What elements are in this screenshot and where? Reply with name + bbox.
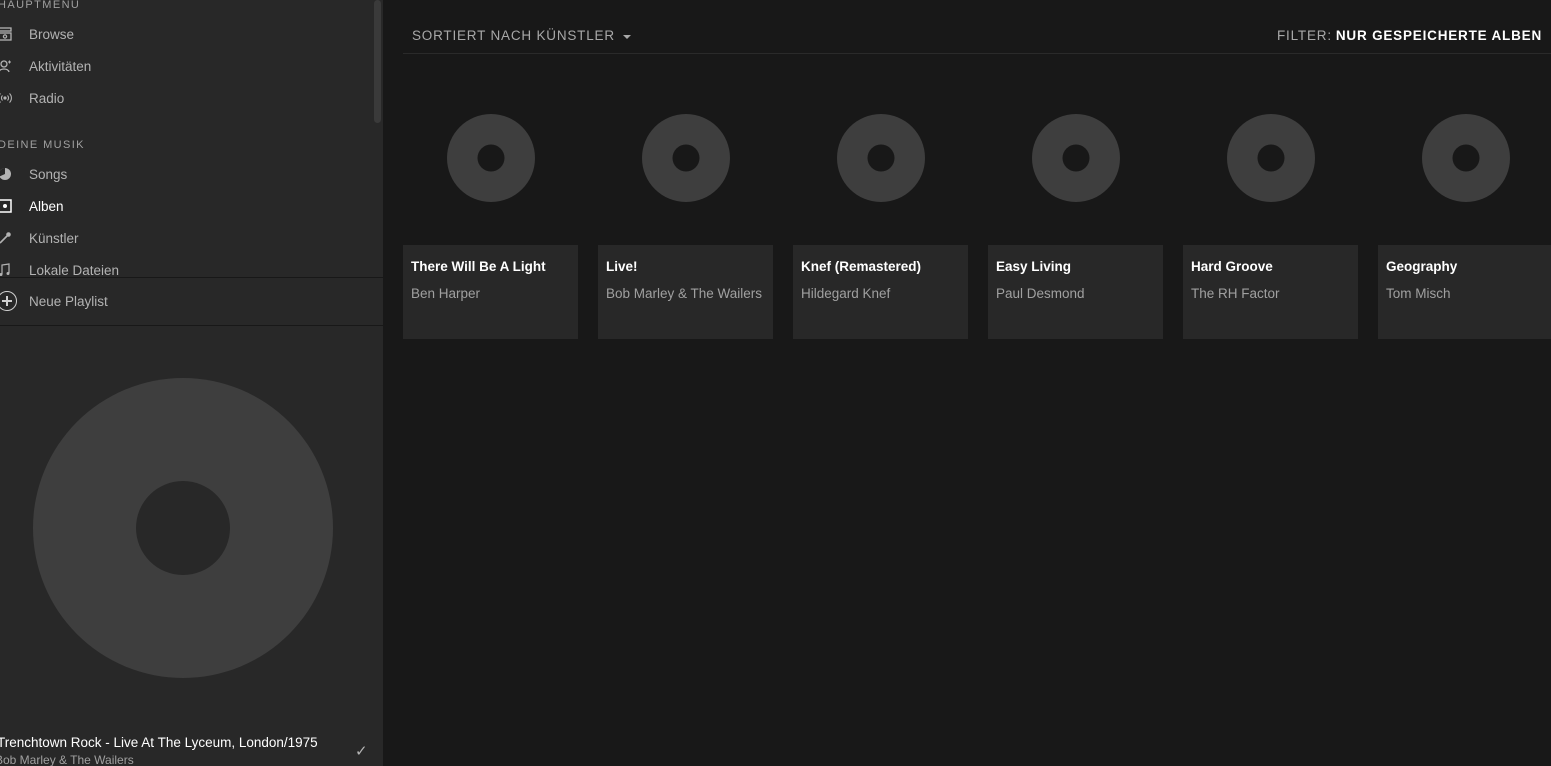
album-info: Live! Bob Marley & The Wailers — [598, 245, 773, 339]
sidebar-item-label: Aktivitäten — [29, 58, 92, 74]
new-playlist-label: Neue Playlist — [29, 293, 108, 309]
sort-label: SORTIERT NACH KÜNSTLER — [412, 28, 615, 43]
your-music-title: DEINE MUSIK — [0, 139, 85, 151]
saved-check-icon[interactable]: ✓ — [355, 742, 368, 760]
sidebar-item-label: Alben — [29, 198, 64, 214]
album-info: Hard Groove The RH Factor — [1183, 245, 1358, 339]
sidebar-item-browse[interactable]: Browse — [0, 21, 380, 47]
now-playing-artist[interactable]: Bob Marley & The Wailers — [0, 753, 134, 766]
header-divider — [403, 53, 1551, 54]
album-placeholder-icon — [1226, 114, 1315, 202]
main-menu-title: HAUPTMENÜ — [0, 0, 81, 11]
album-art[interactable] — [403, 90, 578, 245]
sidebar-item-label: Browse — [29, 26, 75, 42]
filter-label: FILTER: — [1277, 28, 1332, 43]
now-playing-title[interactable]: Trenchtown Rock - Live At The Lyceum, Lo… — [0, 735, 318, 750]
album-title[interactable]: There Will Be A Light — [411, 259, 546, 274]
divider — [0, 277, 383, 278]
sidebar-item-radio[interactable]: Radio — [0, 85, 380, 111]
album-icon — [0, 199, 12, 213]
album-art[interactable] — [1378, 90, 1551, 245]
album-title[interactable]: Easy Living — [996, 259, 1071, 274]
sidebar-item-label: Lokale Dateien — [29, 262, 120, 278]
album-artist[interactable]: Tom Misch — [1386, 286, 1451, 301]
divider — [0, 325, 383, 326]
sort-dropdown[interactable]: SORTIERT NACH KÜNSTLER — [412, 28, 631, 43]
album-info: Geography Tom Misch — [1378, 245, 1551, 339]
album-artist[interactable]: Hildegard Knef — [801, 286, 890, 301]
filter-value[interactable]: NUR GESPEICHERTE ALBEN — [1336, 28, 1542, 43]
album-artist[interactable]: Ben Harper — [411, 286, 480, 301]
album-placeholder-icon — [446, 114, 535, 202]
album-artist[interactable]: Bob Marley & The Wailers — [606, 286, 762, 301]
radio-icon — [0, 91, 12, 105]
album-card[interactable]: Hard Groove The RH Factor — [1183, 90, 1358, 339]
album-title[interactable]: Hard Groove — [1191, 259, 1273, 274]
album-card[interactable]: There Will Be A Light Ben Harper — [403, 90, 578, 339]
album-card[interactable]: Easy Living Paul Desmond — [988, 90, 1163, 339]
caret-down-icon — [622, 34, 631, 39]
browse-icon — [0, 27, 12, 41]
sidebar-item-artists[interactable]: Künstler — [0, 225, 380, 251]
sidebar-item-songs[interactable]: Songs — [0, 161, 380, 187]
sidebar-item-local-files[interactable]: Lokale Dateien — [0, 257, 380, 283]
album-placeholder-icon — [33, 378, 333, 678]
activity-icon — [0, 59, 12, 73]
album-art[interactable] — [1183, 90, 1358, 245]
sidebar-item-label: Songs — [29, 166, 68, 182]
album-info: Knef (Remastered) Hildegard Knef — [793, 245, 968, 339]
songs-icon — [0, 167, 12, 181]
album-art[interactable] — [598, 90, 773, 245]
album-placeholder-icon — [641, 114, 730, 202]
sidebar-item-activity[interactable]: Aktivitäten — [0, 53, 380, 79]
album-card[interactable]: Live! Bob Marley & The Wailers — [598, 90, 773, 339]
sidebar-item-albums[interactable]: Alben — [0, 193, 380, 219]
sidebar: HAUPTMENÜ Browse Aktivitäten Radio DEINE… — [0, 0, 383, 766]
now-playing-cover[interactable] — [33, 378, 333, 678]
album-placeholder-icon — [836, 114, 925, 202]
main-content: SORTIERT NACH KÜNSTLER FILTER: NUR GESPEI… — [383, 0, 1551, 766]
artist-icon — [0, 231, 12, 245]
album-title[interactable]: Knef (Remastered) — [801, 259, 921, 274]
sidebar-item-label: Radio — [29, 90, 65, 106]
filter: FILTER: NUR GESPEICHERTE ALBEN — [1277, 28, 1542, 43]
new-playlist-button[interactable]: Neue Playlist — [0, 288, 108, 314]
album-title[interactable]: Live! — [606, 259, 638, 274]
album-art[interactable] — [793, 90, 968, 245]
album-artist[interactable]: The RH Factor — [1191, 286, 1280, 301]
album-card[interactable]: Knef (Remastered) Hildegard Knef — [793, 90, 968, 339]
album-card[interactable]: Geography Tom Misch — [1378, 90, 1551, 339]
album-placeholder-icon — [1031, 114, 1120, 202]
album-artist[interactable]: Paul Desmond — [996, 286, 1085, 301]
album-art[interactable] — [988, 90, 1163, 245]
plus-icon — [0, 291, 17, 311]
local-files-icon — [0, 263, 12, 277]
album-info: Easy Living Paul Desmond — [988, 245, 1163, 339]
album-info: There Will Be A Light Ben Harper — [403, 245, 578, 339]
sidebar-item-label: Künstler — [29, 230, 79, 246]
album-title[interactable]: Geography — [1386, 259, 1457, 274]
album-placeholder-icon — [1421, 114, 1510, 202]
